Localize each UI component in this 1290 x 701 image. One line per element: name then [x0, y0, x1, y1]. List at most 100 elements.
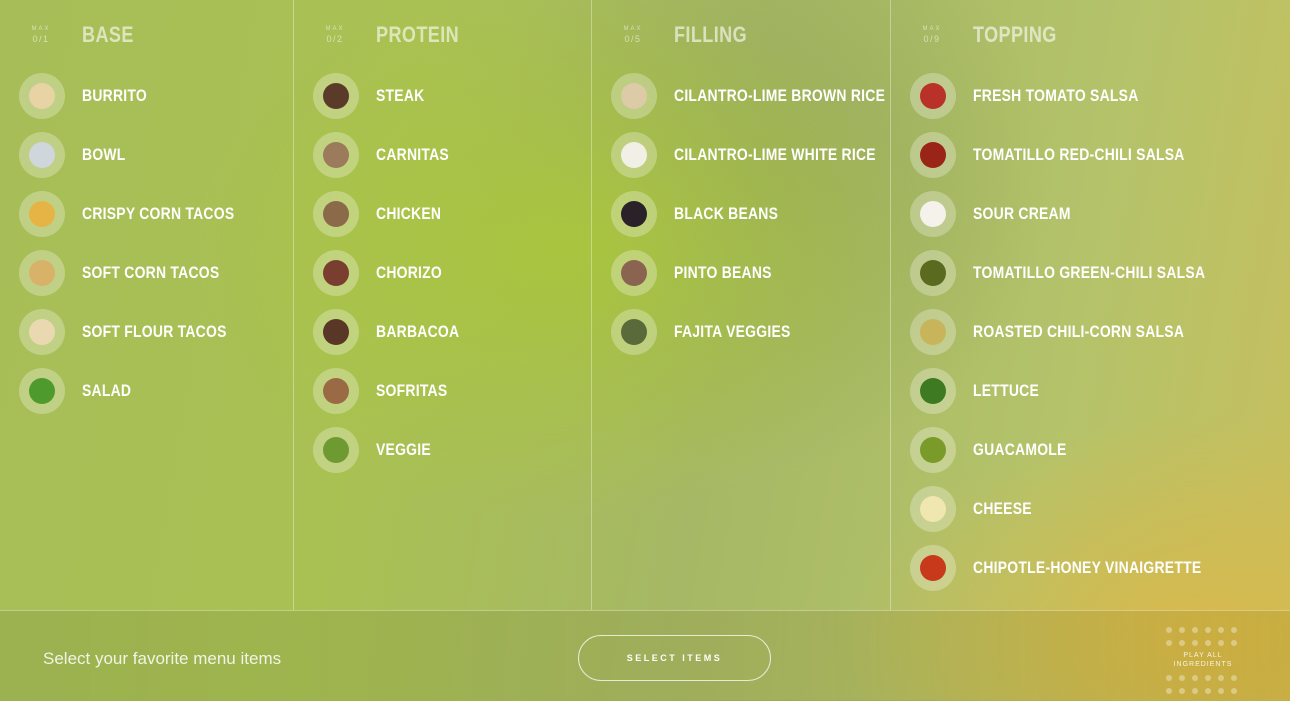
- max-counter: MAX 0/9: [913, 26, 951, 44]
- tortilla-icon: [19, 73, 65, 119]
- column-title: PROTEIN: [376, 22, 460, 47]
- ingredient-label: CILANTRO-LIME BROWN RICE: [674, 86, 886, 105]
- bowl-icon: [19, 132, 65, 178]
- ingredient-label: CARNITAS: [376, 145, 449, 164]
- max-counter: MAX 0/5: [614, 26, 652, 44]
- max-label: MAX: [31, 26, 51, 32]
- ingredient-item[interactable]: FAJITA VEGGIES: [592, 309, 891, 368]
- ingredient-item[interactable]: CRISPY CORN TACOS: [0, 191, 293, 250]
- ingredient-label: FRESH TOMATO SALSA: [973, 86, 1139, 105]
- footer-prompt: Select your favorite menu items: [43, 649, 282, 668]
- ingredient-label: TOMATILLO RED-CHILI SALSA: [973, 145, 1185, 164]
- ingredient-item[interactable]: BOWL: [0, 132, 293, 191]
- vinaigrette-icon: [910, 545, 956, 591]
- ingredient-label: FAJITA VEGGIES: [674, 322, 791, 341]
- ingredient-label: LETTUCE: [973, 381, 1039, 400]
- ingredient-label: SALAD: [82, 381, 132, 400]
- column-header: MAX 0/5 FILLING: [592, 22, 891, 52]
- column-filling: MAX 0/5 FILLING CILANTRO-LIME BROWN RICE CIL…: [591, 0, 891, 610]
- ingredient-item[interactable]: SOFT CORN TACOS: [0, 250, 293, 309]
- ingredient-item[interactable]: BLACK BEANS: [592, 191, 891, 250]
- ingredient-label: CHORIZO: [376, 263, 442, 282]
- carnitas-icon: [313, 132, 359, 178]
- ingredient-list: BURRITO BOWL CRISPY CORN TACOS SOFT CORN TA…: [0, 73, 293, 427]
- ingredient-item[interactable]: BURRITO: [0, 73, 293, 132]
- column-protein: MAX 0/2 PROTEIN STEAK CARNITAS CHICKEN CHORIZO…: [293, 0, 592, 610]
- sofritas-icon: [313, 368, 359, 414]
- salad-icon: [19, 368, 65, 414]
- ingredient-item[interactable]: TOMATILLO GREEN-CHILI SALSA: [891, 250, 1290, 309]
- ingredient-label: CHICKEN: [376, 204, 442, 223]
- ingredient-label: CRISPY CORN TACOS: [82, 204, 235, 223]
- corn-salsa-icon: [910, 309, 956, 355]
- black-beans-icon: [611, 191, 657, 237]
- dots-pattern-icon: [1166, 675, 1242, 694]
- ingredient-item[interactable]: CHEESE: [891, 486, 1290, 545]
- chorizo-icon: [313, 250, 359, 296]
- ingredient-label: ROASTED CHILI-CORN SALSA: [973, 322, 1185, 341]
- guacamole-icon: [910, 427, 956, 473]
- ingredient-label: STEAK: [376, 86, 425, 105]
- ingredient-item[interactable]: STEAK: [294, 73, 592, 132]
- column-header: MAX 0/2 PROTEIN: [294, 22, 592, 52]
- ingredient-item[interactable]: CILANTRO-LIME BROWN RICE: [592, 73, 891, 132]
- brown-rice-icon: [611, 73, 657, 119]
- column-title: TOPPING: [973, 22, 1057, 47]
- ingredient-list: CILANTRO-LIME BROWN RICE CILANTRO-LIME WH…: [592, 73, 891, 368]
- ingredient-item[interactable]: CHIPOTLE-HONEY VINAIGRETTE: [891, 545, 1290, 604]
- ingredient-label: VEGGIE: [376, 440, 431, 459]
- ingredient-item[interactable]: GUACAMOLE: [891, 427, 1290, 486]
- ingredient-label: CILANTRO-LIME WHITE RICE: [674, 145, 876, 164]
- ingredient-list: STEAK CARNITAS CHICKEN CHORIZO BARBACOA SOFRI…: [294, 73, 592, 486]
- max-label: MAX: [325, 26, 345, 32]
- ingredient-item[interactable]: CARNITAS: [294, 132, 592, 191]
- crispy-taco-icon: [19, 191, 65, 237]
- white-rice-icon: [611, 132, 657, 178]
- ingredient-item[interactable]: SOFT FLOUR TACOS: [0, 309, 293, 368]
- ingredient-item[interactable]: CHICKEN: [294, 191, 592, 250]
- steak-icon: [313, 73, 359, 119]
- select-items-button[interactable]: SELECT ITEMS: [578, 635, 771, 681]
- ingredient-label: SOFT CORN TACOS: [82, 263, 220, 282]
- max-counter: MAX 0/1: [22, 26, 60, 44]
- footer-bar: Select your favorite menu items SELECT I…: [0, 610, 1290, 701]
- ingredient-item[interactable]: CILANTRO-LIME WHITE RICE: [592, 132, 891, 191]
- ingredient-item[interactable]: LETTUCE: [891, 368, 1290, 427]
- green-chili-salsa-icon: [910, 250, 956, 296]
- ingredient-item[interactable]: TOMATILLO RED-CHILI SALSA: [891, 132, 1290, 191]
- play-all-ingredients-button[interactable]: PLAY ALL INGREDIENTS: [1162, 623, 1244, 701]
- barbacoa-icon: [313, 309, 359, 355]
- ingredient-item[interactable]: CHORIZO: [294, 250, 592, 309]
- max-value: 0/9: [923, 34, 941, 44]
- ingredient-label: SOFRITAS: [376, 381, 448, 400]
- fajita-veggies-icon: [611, 309, 657, 355]
- play-all-label: PLAY ALL INGREDIENTS: [1173, 652, 1233, 668]
- ingredient-item[interactable]: VEGGIE: [294, 427, 592, 486]
- ingredient-label: CHEESE: [973, 499, 1032, 518]
- ingredient-item[interactable]: SALAD: [0, 368, 293, 427]
- soft-flour-taco-icon: [19, 309, 65, 355]
- max-label: MAX: [623, 26, 643, 32]
- lettuce-icon: [910, 368, 956, 414]
- ingredient-item[interactable]: FRESH TOMATO SALSA: [891, 73, 1290, 132]
- ingredient-item[interactable]: BARBACOA: [294, 309, 592, 368]
- max-value: 0/2: [326, 34, 344, 44]
- ingredient-item[interactable]: PINTO BEANS: [592, 250, 891, 309]
- column-header: MAX 0/1 BASE: [0, 22, 293, 52]
- ingredient-label: BARBACOA: [376, 322, 460, 341]
- veggie-icon: [313, 427, 359, 473]
- ingredient-label: BOWL: [82, 145, 126, 164]
- ingredient-item[interactable]: SOUR CREAM: [891, 191, 1290, 250]
- cheese-icon: [910, 486, 956, 532]
- column-title: FILLING: [674, 22, 748, 47]
- ingredient-item[interactable]: SOFRITAS: [294, 368, 592, 427]
- pinto-beans-icon: [611, 250, 657, 296]
- column-topping: MAX 0/9 TOPPING FRESH TOMATO SALSA TOMATILLO…: [890, 0, 1290, 610]
- ingredient-item[interactable]: ROASTED CHILI-CORN SALSA: [891, 309, 1290, 368]
- ingredient-label: SOFT FLOUR TACOS: [82, 322, 227, 341]
- tomato-salsa-icon: [910, 73, 956, 119]
- ingredient-list: FRESH TOMATO SALSA TOMATILLO RED-CHILI SA…: [891, 73, 1290, 604]
- max-value: 0/1: [32, 34, 50, 44]
- ingredient-label: SOUR CREAM: [973, 204, 1071, 223]
- column-title: BASE: [82, 22, 134, 47]
